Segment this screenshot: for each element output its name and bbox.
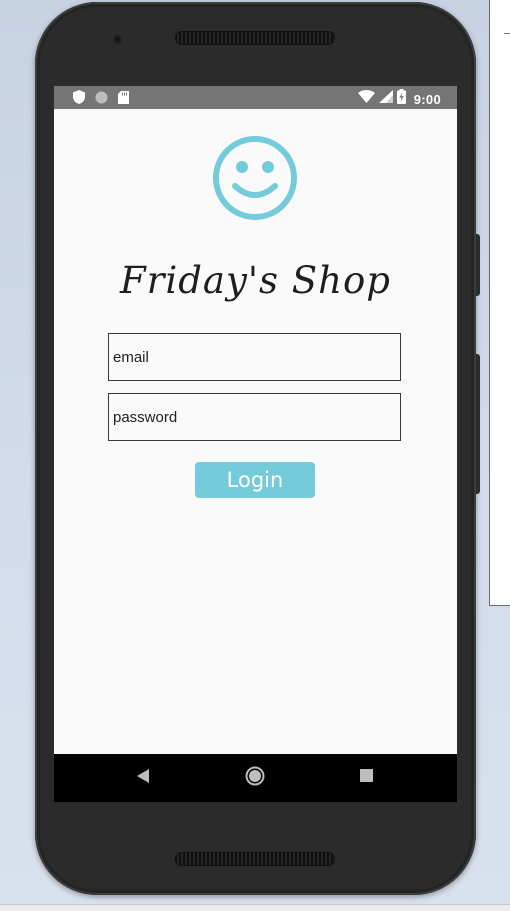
password-field[interactable] bbox=[108, 393, 401, 441]
front-camera bbox=[113, 35, 122, 44]
window-bottom-strip bbox=[0, 904, 510, 911]
status-clock: 9:00 bbox=[413, 91, 441, 107]
power-button[interactable] bbox=[476, 354, 480, 494]
login-button[interactable]: Login bbox=[195, 462, 315, 498]
shield-icon bbox=[73, 90, 85, 109]
back-icon bbox=[136, 768, 150, 788]
wifi-icon bbox=[357, 90, 375, 108]
top-speaker-grille bbox=[175, 31, 335, 45]
emulator-stage: 9:00 Friday's Shop Login bbox=[0, 0, 510, 911]
back-button[interactable] bbox=[119, 754, 167, 802]
battery-charging-icon bbox=[396, 89, 406, 109]
recents-button[interactable] bbox=[342, 754, 390, 802]
status-right-icons: 9:00 bbox=[357, 89, 441, 109]
smiley-face-icon bbox=[211, 134, 299, 227]
login-screen: Friday's Shop Login bbox=[54, 109, 457, 754]
background-window bbox=[489, 0, 510, 606]
circle-icon bbox=[95, 91, 108, 109]
home-icon bbox=[245, 766, 265, 791]
status-bar: 9:00 bbox=[54, 86, 457, 109]
status-left-icons bbox=[73, 90, 129, 109]
device-screen: 9:00 Friday's Shop Login bbox=[54, 86, 457, 802]
sd-card-icon bbox=[118, 90, 129, 109]
cell-signal-icon bbox=[378, 90, 393, 108]
navigation-bar bbox=[54, 754, 457, 802]
recents-icon bbox=[359, 769, 373, 787]
volume-button[interactable] bbox=[476, 234, 480, 296]
app-title: Friday's Shop bbox=[120, 259, 391, 302]
home-button[interactable] bbox=[231, 754, 279, 802]
bottom-speaker-grille bbox=[175, 852, 335, 866]
email-field[interactable] bbox=[108, 333, 401, 381]
